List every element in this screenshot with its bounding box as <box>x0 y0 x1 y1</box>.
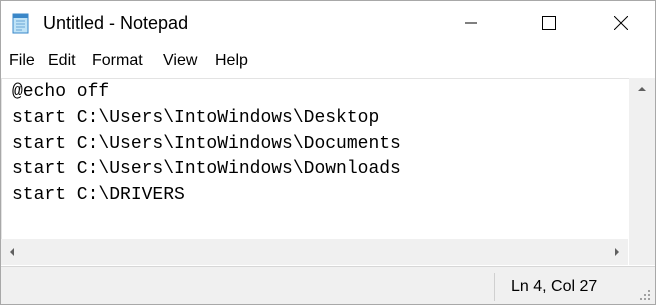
scroll-left-arrow-icon[interactable] <box>7 247 17 257</box>
editor-line[interactable]: start C:\Users\IntoWindows\Documents <box>12 133 401 155</box>
text-editor-area[interactable]: @echo off start C:\Users\IntoWindows\Des… <box>1 78 629 265</box>
status-divider <box>494 273 495 301</box>
menu-format[interactable]: Format <box>92 52 143 70</box>
menu-help[interactable]: Help <box>215 52 248 70</box>
window-title: Untitled - Notepad <box>43 13 189 33</box>
scroll-right-arrow-icon[interactable] <box>612 247 622 257</box>
cursor-position: Ln 4, Col 27 <box>511 278 598 295</box>
editor-line[interactable]: start C:\Users\IntoWindows\Desktop <box>12 107 379 129</box>
scrollbar-corner <box>629 239 655 265</box>
status-bar: Ln 4, Col 27 <box>1 266 655 304</box>
vertical-scrollbar[interactable] <box>629 78 655 264</box>
menu-edit[interactable]: Edit <box>48 52 76 70</box>
editor-line[interactable]: @echo off <box>12 81 109 103</box>
maximize-icon <box>542 16 556 30</box>
minimize-button[interactable] <box>448 1 494 45</box>
menu-view[interactable]: View <box>163 52 197 70</box>
menu-file[interactable]: File <box>9 52 35 70</box>
close-button[interactable] <box>598 1 644 45</box>
menu-bar: File Edit Format View Help <box>1 49 655 73</box>
notepad-icon <box>12 13 29 34</box>
editor-line[interactable]: start C:\DRIVERS <box>12 184 185 206</box>
scroll-up-arrow-icon[interactable] <box>637 84 647 94</box>
minimize-icon <box>465 22 477 24</box>
horizontal-scrollbar[interactable] <box>1 239 628 265</box>
editor-line[interactable]: start C:\Users\IntoWindows\Downloads <box>12 158 401 180</box>
title-bar[interactable]: Untitled - Notepad <box>1 1 655 45</box>
maximize-button[interactable] <box>526 1 572 45</box>
notepad-window: Untitled - Notepad File Edit Format View… <box>0 0 656 305</box>
resize-grip-icon[interactable] <box>639 289 651 301</box>
close-icon <box>614 16 628 30</box>
